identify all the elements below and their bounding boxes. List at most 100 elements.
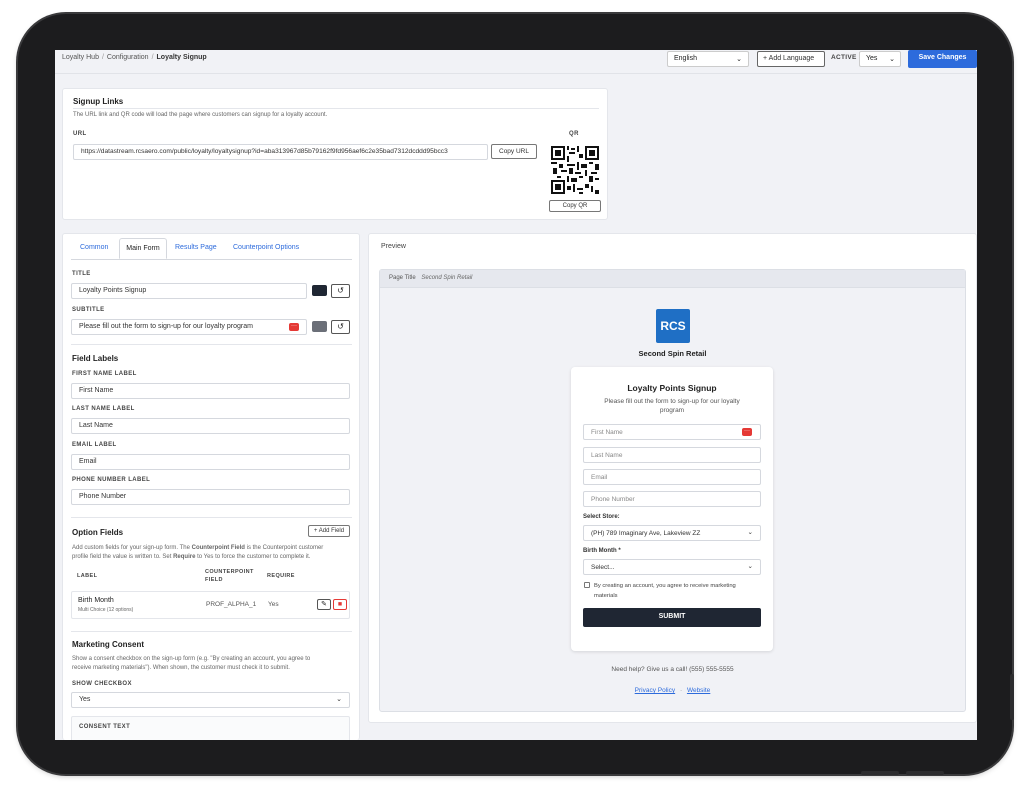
qr-code-image bbox=[551, 146, 599, 194]
url-label: URL bbox=[73, 131, 87, 137]
consent-text-panel: CONSENT TEXT bbox=[71, 716, 350, 740]
tab-counterpoint-options[interactable]: Counterpoint Options bbox=[233, 244, 299, 251]
column-counterpoint-field: COUNTERPOINT FIELD bbox=[205, 569, 254, 583]
row-require: Yes bbox=[268, 601, 279, 608]
subtitle-reset-button[interactable]: ↺ bbox=[331, 320, 350, 334]
show-checkbox-select[interactable]: Yes ⌄ bbox=[71, 692, 350, 708]
consent-text-label: CONSENT TEXT bbox=[79, 724, 131, 730]
column-require: REQUIRE bbox=[267, 573, 295, 579]
chevron-down-icon: ⌄ bbox=[336, 696, 342, 703]
select-store-label: Select Store: bbox=[583, 514, 620, 520]
row-counterpoint-field: PROF_ALPHA_1 bbox=[206, 601, 257, 608]
phone-label-caption: PHONE NUMBER LABEL bbox=[72, 477, 151, 483]
active-select[interactable]: Yes ⌄ bbox=[859, 51, 901, 67]
pencil-icon: ✎ bbox=[321, 601, 327, 608]
chevron-down-icon: ⌄ bbox=[736, 56, 742, 63]
add-field-button[interactable]: + Add Field bbox=[308, 525, 350, 537]
chevron-down-icon: ⌄ bbox=[889, 56, 895, 63]
preview-email-input[interactable]: Email bbox=[583, 469, 761, 485]
marketing-consent-heading: Marketing Consent bbox=[72, 640, 145, 649]
divider bbox=[73, 108, 599, 109]
page-title-label: Page Title bbox=[389, 275, 416, 281]
chevron-down-icon: ⌄ bbox=[747, 563, 753, 570]
signup-url-field[interactable]: https://datastream.rcsaero.com/public/lo… bbox=[73, 144, 488, 160]
preview-birth-month-select[interactable]: Select... ⌄ bbox=[583, 559, 761, 575]
row-sublabel: Multi Choice (12 options) bbox=[78, 607, 134, 613]
option-fields-description: Add custom fields for your sign-up form.… bbox=[72, 545, 324, 560]
first-name-label-caption: FIRST NAME LABEL bbox=[72, 371, 137, 377]
preview-phone-input[interactable]: Phone Number bbox=[583, 491, 761, 507]
copy-url-button[interactable]: Copy URL bbox=[491, 144, 537, 159]
phone-label-input[interactable]: Phone Number bbox=[71, 489, 350, 505]
language-value: English bbox=[674, 55, 697, 62]
subtitle-color-swatch[interactable] bbox=[312, 321, 327, 332]
breadcrumb-configuration[interactable]: Configuration bbox=[107, 54, 149, 61]
field-labels-heading: Field Labels bbox=[72, 354, 119, 363]
preview-frame: Page Title Second Spin Retail RCS Second… bbox=[379, 269, 966, 712]
last-name-label-input[interactable]: Last Name bbox=[71, 418, 350, 434]
divider bbox=[71, 517, 352, 518]
consent-text: By creating an account, you agree to rec… bbox=[594, 583, 736, 599]
reset-icon: ↺ bbox=[337, 322, 344, 331]
website-link[interactable]: Website bbox=[687, 687, 710, 694]
tab-main-form-label: Main Form bbox=[126, 245, 160, 252]
form-title: Loyalty Points Signup bbox=[627, 383, 717, 393]
page-title-value: Second Spin Retail bbox=[421, 275, 473, 281]
title-label: TITLE bbox=[72, 271, 91, 277]
divider bbox=[71, 631, 352, 632]
title-input[interactable]: Loyalty Points Signup bbox=[71, 283, 307, 299]
trash-icon: ■ bbox=[337, 601, 343, 608]
chevron-down-icon: ⌄ bbox=[747, 529, 753, 536]
signup-links-description: The URL link and QR code will load the p… bbox=[73, 112, 328, 118]
form-editor-card: Common Main Form Results Page Counterpoi… bbox=[62, 233, 360, 740]
birth-month-select-value: Select... bbox=[591, 564, 615, 571]
copy-qr-button[interactable]: Copy QR bbox=[549, 200, 601, 212]
email-label-input[interactable]: Email bbox=[71, 454, 350, 470]
show-checkbox-value: Yes bbox=[79, 696, 91, 703]
device-side-button bbox=[861, 771, 899, 775]
language-select[interactable]: English ⌄ bbox=[667, 51, 749, 67]
active-value: Yes bbox=[866, 55, 878, 62]
column-label: LABEL bbox=[77, 573, 98, 579]
consent-checkbox[interactable] bbox=[584, 582, 590, 588]
tab-main-form[interactable]: Main Form bbox=[119, 238, 167, 259]
first-name-label-input[interactable]: First Name bbox=[71, 383, 350, 399]
subtitle-input[interactable]: Please fill out the form to sign-up for … bbox=[71, 319, 307, 335]
divider bbox=[71, 344, 352, 345]
option-fields-heading: Option Fields bbox=[72, 528, 124, 537]
preview-page-title-bar: Page Title Second Spin Retail bbox=[380, 270, 965, 288]
show-checkbox-label: SHOW CHECKBOX bbox=[72, 681, 132, 687]
link-separator: · bbox=[679, 687, 683, 694]
preview-store-select[interactable]: (PH) 789 Imaginary Ave, Lakeview ZZ ⌄ bbox=[583, 525, 761, 541]
signup-form-card: Loyalty Points Signup Please fill out th… bbox=[571, 367, 773, 651]
reset-icon: ↺ bbox=[337, 286, 344, 295]
device-side-button bbox=[906, 771, 944, 775]
tabs-divider bbox=[71, 259, 352, 260]
password-manager-icon[interactable]: ··· bbox=[289, 323, 299, 331]
privacy-policy-link[interactable]: Privacy Policy bbox=[635, 687, 675, 694]
device-power-button bbox=[1010, 674, 1014, 720]
marketing-consent-description: Show a consent checkbox on the sign-up f… bbox=[72, 656, 311, 671]
tab-results-page[interactable]: Results Page bbox=[175, 244, 217, 251]
qr-label: QR bbox=[569, 131, 579, 137]
add-language-button[interactable]: + Add Language bbox=[757, 51, 825, 67]
delete-row-button[interactable]: ■ bbox=[333, 599, 347, 610]
store-logo-text: RCS bbox=[660, 319, 686, 333]
password-manager-icon[interactable]: ··· bbox=[742, 428, 752, 436]
last-name-label-caption: LAST NAME LABEL bbox=[72, 406, 135, 412]
submit-button[interactable]: SUBMIT bbox=[583, 608, 761, 627]
breadcrumb-loyalty-hub[interactable]: Loyalty Hub bbox=[62, 54, 99, 61]
breadcrumb: Loyalty Hub / Configuration / Loyalty Signup bbox=[62, 54, 207, 61]
tab-common[interactable]: Common bbox=[80, 244, 108, 251]
save-changes-button[interactable]: Save Changes bbox=[908, 50, 977, 68]
help-text: Need help? Give us a call! (555) 555-555… bbox=[611, 666, 734, 673]
signup-links-card: Signup Links The URL link and QR code wi… bbox=[62, 88, 608, 220]
edit-row-button[interactable]: ✎ bbox=[317, 599, 331, 610]
preview-first-name-input[interactable]: First Name bbox=[583, 424, 761, 440]
title-reset-button[interactable]: ↺ bbox=[331, 284, 350, 298]
preview-last-name-input[interactable]: Last Name bbox=[583, 447, 761, 463]
title-color-swatch[interactable] bbox=[312, 285, 327, 296]
active-label: ACTIVE bbox=[831, 54, 857, 61]
breadcrumb-current: Loyalty Signup bbox=[156, 54, 207, 61]
preview-label: Preview bbox=[381, 243, 406, 250]
